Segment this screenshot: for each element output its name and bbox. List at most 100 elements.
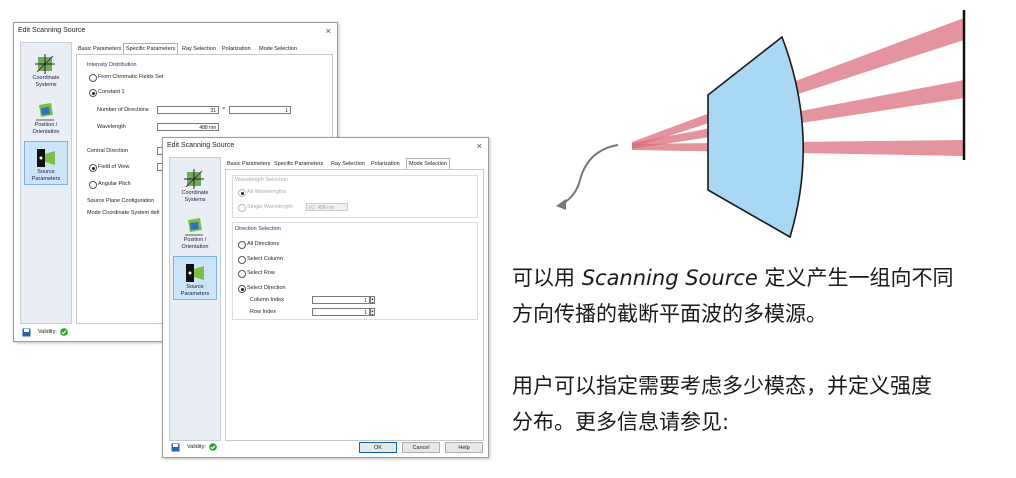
select-row-radio[interactable] — [238, 270, 246, 278]
coordinate-systems-icon — [35, 54, 55, 74]
save-icon[interactable] — [171, 443, 180, 452]
close-icon[interactable]: × — [477, 138, 482, 154]
arrow-head-icon — [556, 199, 566, 210]
back-tab-bar: Basic Parameters Specific Parameters Ray… — [76, 43, 331, 55]
front-dialog-title: Edit Scanning Source — [167, 142, 235, 149]
front-tab-panel: Wavelength Selection All Wavelengths Sin… — [225, 169, 484, 441]
nav-label: Systems — [184, 197, 206, 203]
column-index-label: Column Index — [250, 297, 284, 303]
nav-label: Orientation — [181, 244, 209, 250]
all-wavelengths-label: All Wavelengths — [247, 189, 287, 195]
central-direction-label: Central Direction — [87, 148, 128, 154]
tab-basic-parameters[interactable]: Basic Parameters — [76, 44, 123, 54]
single-wavelength-radio[interactable] — [238, 204, 246, 212]
help-button[interactable]: Help — [445, 442, 483, 453]
front-tab-bar: Basic Parameters Specific Parameters Ray… — [225, 158, 482, 170]
select-row-label: Select Row — [247, 270, 275, 276]
tab-ray-selection[interactable]: Ray Selection — [180, 44, 218, 54]
source-parameters-icon — [37, 149, 55, 167]
back-nav-panel: Coordinate Systems Position / Orientation … — [20, 42, 72, 324]
direction-selection-heading: Direction Selection — [235, 226, 281, 232]
nav-label: Parameters — [180, 291, 210, 297]
select-column-label: Select Column — [247, 256, 283, 262]
row-index-field[interactable]: 1 — [312, 308, 370, 316]
position-orientation-icon — [185, 218, 203, 236]
close-icon[interactable]: × — [326, 23, 331, 39]
tab-specific-parameters[interactable]: Specific Parameters — [272, 159, 325, 169]
nav-position-orientation[interactable]: Position / Orientation — [24, 94, 68, 138]
single-wavelength-label: Single Wavelength — [247, 204, 293, 210]
num-directions-x-field[interactable]: 31 — [157, 106, 219, 114]
coordinate-systems-icon — [184, 169, 204, 189]
tab-basic-parameters[interactable]: Basic Parameters — [225, 159, 272, 169]
tab-ray-selection[interactable]: Ray Selection — [329, 159, 367, 169]
nav-label: Source — [186, 284, 204, 290]
row-index-stepper[interactable]: ▴ ▾ — [370, 308, 375, 316]
check-icon — [209, 443, 217, 451]
all-wavelengths-radio[interactable] — [238, 189, 246, 197]
validity-label: Validity: — [187, 444, 206, 450]
tab-polarization[interactable]: Polarization — [220, 44, 253, 54]
description-line-2: 方向传播的截断平面波的多模源。 — [512, 302, 827, 326]
nav-source-parameters[interactable]: Source Parameters — [173, 256, 217, 300]
intensity-heading: Intensity Distribution — [87, 62, 137, 68]
nav-label: Coordinate — [181, 190, 209, 196]
wavelength-label: Wavelength — [97, 124, 126, 130]
check-icon — [60, 328, 68, 336]
wavelength-selection-heading: Wavelength Selection — [235, 177, 288, 183]
select-direction-label: Select Direction — [247, 285, 286, 291]
from-chromatic-radio[interactable] — [89, 74, 97, 82]
nav-label: Systems — [35, 82, 57, 88]
description-line-4: 分布。更多信息请参见: — [512, 410, 730, 434]
num-directions-y-field[interactable]: 1 — [229, 106, 291, 114]
description-text: 定义产生一组向不同 — [757, 266, 954, 290]
description-text: 可以用 — [512, 266, 582, 290]
nav-source-parameters[interactable]: Source Parameters — [24, 141, 68, 185]
description-emphasis: Scanning Source — [581, 266, 758, 290]
all-directions-label: All Directions — [247, 241, 280, 247]
angular-pitch-radio[interactable] — [89, 181, 97, 189]
nav-label: Parameters — [31, 176, 61, 182]
validity-label: Validity: — [38, 329, 57, 335]
nav-coordinate-systems[interactable]: Coordinate Systems — [24, 47, 68, 91]
wavelength-field[interactable]: 488 nm — [157, 123, 219, 131]
field-of-view-label: Field of View — [98, 164, 130, 170]
description-line-3: 用户可以指定需要考虑多少模态，并定义强度 — [512, 374, 932, 398]
tab-mode-selection[interactable]: Mode Selection — [257, 44, 299, 54]
nav-coordinate-systems[interactable]: Coordinate Systems — [173, 162, 217, 206]
front-dialog: Edit Scanning Source × Coordinate Systems… — [162, 137, 489, 458]
ok-button[interactable]: OK — [359, 442, 397, 453]
rotation-arrow-icon — [561, 144, 619, 205]
nav-label: Source — [37, 169, 55, 175]
single-wavelength-dropdown[interactable]: #1: 488 nm — [306, 203, 348, 211]
column-index-field[interactable]: 1 — [312, 296, 370, 304]
save-icon[interactable] — [22, 328, 31, 337]
scanning-source-illustration — [556, 10, 966, 239]
nav-label: Position / — [183, 237, 207, 243]
row-index-label: Row Index — [250, 309, 276, 315]
column-index-stepper[interactable]: ▴ ▾ — [370, 296, 375, 304]
num-directions-label: Number of Directions — [97, 107, 149, 113]
front-nav-panel: Coordinate Systems Position / Orientation … — [169, 157, 221, 441]
nav-label: Position / — [34, 122, 58, 128]
tab-polarization[interactable]: Polarization — [369, 159, 402, 169]
all-directions-radio[interactable] — [238, 241, 246, 249]
mode-coord-label: Mode Coordinate System defi — [87, 210, 160, 216]
angular-pitch-label: Angular Pitch — [98, 181, 131, 187]
constant-label: Constant 1 — [98, 89, 125, 95]
source-parameters-icon — [186, 264, 204, 282]
position-orientation-icon — [36, 103, 54, 121]
field-of-view-radio[interactable] — [89, 164, 97, 172]
cancel-button[interactable]: Cancel — [402, 442, 440, 453]
back-dialog-title: Edit Scanning Source — [18, 27, 86, 34]
select-column-radio[interactable] — [238, 256, 246, 264]
nav-label: Orientation — [32, 129, 60, 135]
lens-shape — [707, 35, 804, 239]
constant-radio[interactable] — [89, 89, 97, 97]
source-plane-label: Source Plane Configuration — [87, 198, 155, 204]
nav-position-orientation[interactable]: Position / Orientation — [173, 209, 217, 253]
description-line-1: 可以用 Scanning Source 定义产生一组向不同 — [512, 262, 953, 294]
times-sign: × — [222, 106, 226, 112]
nav-label: Coordinate — [32, 75, 60, 81]
select-direction-radio[interactable] — [238, 285, 246, 293]
